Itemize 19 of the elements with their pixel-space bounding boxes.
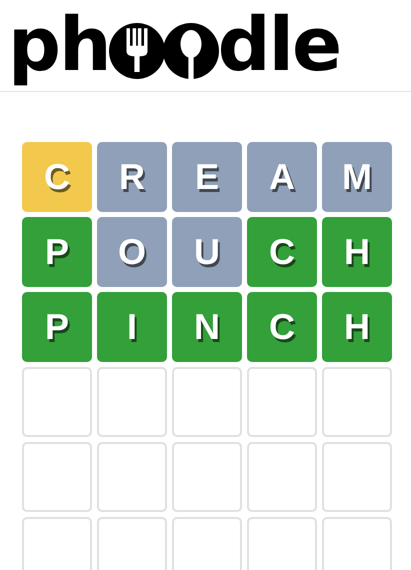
letter-tile: O <box>97 217 167 287</box>
letter-tile: H <box>322 292 392 362</box>
letter-tile: A <box>247 142 317 212</box>
letter-tile: C <box>22 142 92 212</box>
letter-tile: M <box>322 142 392 212</box>
letter-tile: C <box>247 217 317 287</box>
letter-tile: I <box>97 292 167 362</box>
letter-tile: E <box>172 142 242 212</box>
letter-tile: N <box>172 292 242 362</box>
logo-text: dle <box>218 1 340 90</box>
letter-tile: P <box>22 292 92 362</box>
letter-tile: H <box>322 217 392 287</box>
letter-tile: U <box>172 217 242 287</box>
logo-text: ph <box>8 1 110 90</box>
letter-tile: R <box>97 142 167 212</box>
fork-icon <box>108 22 165 78</box>
letter-tile: P <box>22 217 92 287</box>
spoon-icon <box>162 22 219 78</box>
letter-tile: C <box>247 292 317 362</box>
